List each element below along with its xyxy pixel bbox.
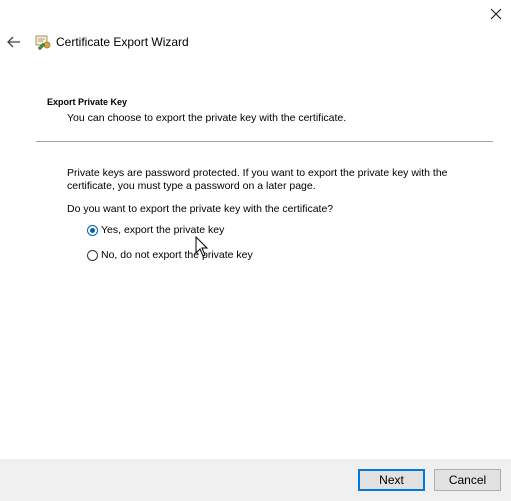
close-button[interactable] [486, 4, 506, 24]
close-icon [490, 8, 502, 20]
section-subtitle: You can choose to export the private key… [67, 112, 347, 124]
cancel-button[interactable]: Cancel [434, 469, 501, 491]
radio-button-unchecked[interactable] [87, 249, 98, 261]
radio-label-yes: Yes, export the private key [101, 224, 225, 236]
description-text: Private keys are password protected. If … [67, 167, 448, 192]
back-arrow-icon [7, 36, 20, 48]
section-title: Export Private Key [47, 97, 128, 107]
header-divider [36, 141, 493, 142]
certificate-icon [35, 35, 51, 51]
question-text: Do you want to export the private key wi… [67, 203, 334, 215]
radio-export-no[interactable]: No, do not export the private key [87, 249, 253, 261]
wizard-title: Certificate Export Wizard [56, 35, 189, 49]
radio-export-yes[interactable]: Yes, export the private key [87, 224, 224, 236]
back-button[interactable] [4, 32, 24, 52]
radio-label-no: No, do not export the private key [101, 249, 253, 261]
next-button[interactable]: Next [358, 469, 425, 491]
radio-button-checked[interactable] [87, 224, 98, 236]
